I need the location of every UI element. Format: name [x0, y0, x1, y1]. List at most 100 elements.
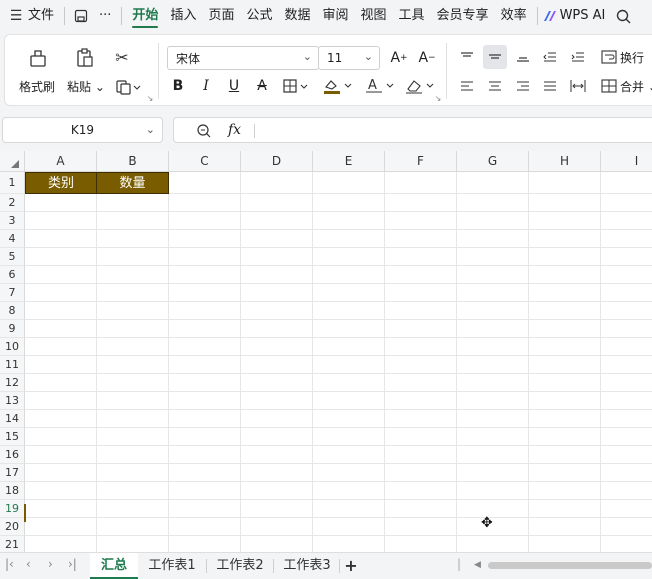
expand-dialog-icon[interactable]: ↘ [145, 93, 155, 103]
formula-input[interactable]: fx [173, 117, 652, 143]
spreadsheet-grid[interactable]: ABCDEFGHI 1 2 3 4 5 6 7 8 9 10 11 12 13 14 15 16 17 18 19 2… [0, 151, 652, 552]
col-header-f[interactable]: F [385, 151, 457, 172]
col-header-c[interactable]: C [169, 151, 241, 172]
tab-efficiency[interactable]: 效率 [495, 0, 533, 32]
scroll-left-icon[interactable]: ◀ [474, 560, 481, 570]
row-header-8[interactable]: 8 [0, 302, 25, 320]
tab-view[interactable]: 视图 [355, 0, 393, 32]
align-bottom-icon[interactable] [512, 46, 534, 68]
decrease-font-icon[interactable]: A − [415, 46, 439, 70]
bold-button[interactable]: B [166, 74, 190, 98]
tab-home[interactable]: 开始 [126, 0, 164, 32]
sheet-tab-1[interactable]: 工作表1 [142, 553, 202, 579]
tab-page[interactable]: 页面 [202, 0, 240, 32]
copy-icon[interactable] [113, 76, 143, 98]
merge-cells-icon[interactable] [599, 75, 619, 97]
tab-formula[interactable]: 公式 [240, 0, 278, 32]
row-header-20[interactable]: 20 [0, 518, 25, 536]
font-name-select[interactable]: 宋体 ⌄ [167, 46, 319, 70]
align-right-icon[interactable] [512, 75, 534, 97]
hamburger-menu-icon[interactable]: ☰ [4, 4, 28, 28]
row-header-17[interactable]: 17 [0, 464, 25, 482]
sheet-tab-2[interactable]: 工作表2 [210, 553, 270, 579]
fill-color-icon[interactable] [321, 74, 355, 98]
row-header-12[interactable]: 12 [0, 374, 25, 392]
increase-font-icon[interactable]: A + [387, 46, 411, 70]
col-header-h[interactable]: H [529, 151, 601, 172]
underline-button[interactable]: U [222, 74, 246, 98]
align-middle-icon[interactable] [483, 45, 507, 69]
tab-review[interactable]: 审阅 [317, 0, 355, 32]
add-sheet-button[interactable]: + [342, 553, 360, 579]
border-icon[interactable] [280, 74, 312, 98]
tab-data[interactable]: 数据 [278, 0, 316, 32]
zoom-formula-icon[interactable] [196, 123, 212, 142]
fx-label[interactable]: fx [228, 122, 241, 138]
row-header-14[interactable]: 14 [0, 410, 25, 428]
row-header-5[interactable]: 5 [0, 248, 25, 266]
next-sheet-icon[interactable]: › [48, 557, 53, 571]
paste-label[interactable]: 粘贴 ⌄ [67, 78, 105, 95]
distributed-align-icon[interactable] [567, 75, 589, 97]
col-header-a[interactable]: A [25, 151, 97, 172]
sheet-tab-summary[interactable]: 汇总 [90, 553, 138, 579]
strikethrough-icon[interactable]: A [250, 74, 274, 98]
merge-cells-label[interactable]: 合并 ⌄ [620, 78, 652, 95]
clear-format-icon[interactable] [403, 74, 437, 98]
cell-b1[interactable]: 数量 [96, 172, 169, 194]
row-header-7[interactable]: 7 [0, 284, 25, 302]
row-header-18[interactable]: 18 [0, 482, 25, 500]
col-header-d[interactable]: D [241, 151, 313, 172]
row-header-9[interactable]: 9 [0, 320, 25, 338]
format-painter-label[interactable]: 格式刷 [19, 78, 55, 95]
scroll-split-handle[interactable]: | [457, 557, 461, 571]
row-header-1[interactable]: 1 [0, 172, 25, 194]
increase-indent-icon[interactable] [567, 46, 589, 68]
row-header-19[interactable]: 19 [0, 500, 25, 518]
first-sheet-icon[interactable]: |‹ [5, 557, 14, 571]
col-header-i[interactable]: I [601, 151, 652, 172]
tab-insert[interactable]: 插入 [164, 0, 202, 32]
row-header-16[interactable]: 16 [0, 446, 25, 464]
save-icon[interactable] [69, 4, 93, 28]
row-header-3[interactable]: 3 [0, 212, 25, 230]
tab-member[interactable]: 会员专享 [431, 0, 495, 32]
row-header-21[interactable]: 21 [0, 536, 25, 552]
align-top-icon[interactable] [456, 46, 478, 68]
select-all-corner[interactable] [0, 151, 25, 172]
row-header-13[interactable]: 13 [0, 392, 25, 410]
align-left-icon[interactable] [456, 75, 478, 97]
name-box[interactable]: K19 ⌄ [2, 117, 163, 143]
cut-icon[interactable]: ✂ [111, 46, 133, 68]
format-painter-icon[interactable] [25, 45, 51, 71]
row-header-10[interactable]: 10 [0, 338, 25, 356]
italic-button[interactable]: I [194, 74, 218, 98]
row-header-6[interactable]: 6 [0, 266, 25, 284]
wrap-text-icon[interactable] [599, 46, 619, 68]
sheet-tab-3[interactable]: 工作表3 [277, 553, 337, 579]
horizontal-scrollbar[interactable] [488, 562, 652, 569]
cell-a1[interactable]: 类别 [25, 172, 97, 194]
col-header-g[interactable]: G [457, 151, 529, 172]
align-center-icon[interactable] [484, 75, 506, 97]
tab-tools[interactable]: 工具 [393, 0, 431, 32]
decrease-indent-icon[interactable] [539, 46, 561, 68]
col-header-b[interactable]: B [97, 151, 169, 172]
row-header-2[interactable]: 2 [0, 194, 25, 212]
font-color-icon[interactable]: A [363, 74, 397, 98]
last-sheet-icon[interactable]: ›| [68, 557, 77, 571]
paste-icon[interactable] [72, 45, 98, 71]
col-header-e[interactable]: E [313, 151, 385, 172]
font-size-select[interactable]: 11 ⌄ [318, 46, 380, 70]
search-icon[interactable] [611, 4, 635, 28]
prev-sheet-icon[interactable]: ‹ [26, 557, 31, 571]
row-header-4[interactable]: 4 [0, 230, 25, 248]
wrap-text-label[interactable]: 换行 [620, 49, 644, 66]
row-header-15[interactable]: 15 [0, 428, 25, 446]
menu-file[interactable]: 文件 [28, 0, 60, 32]
justify-icon[interactable] [539, 75, 561, 97]
expand-dialog-icon[interactable]: ↘ [433, 93, 443, 103]
row-header-11[interactable]: 11 [0, 356, 25, 374]
more-button[interactable]: ··· [93, 0, 117, 32]
wps-ai-button[interactable]: WPS AI [558, 0, 612, 32]
